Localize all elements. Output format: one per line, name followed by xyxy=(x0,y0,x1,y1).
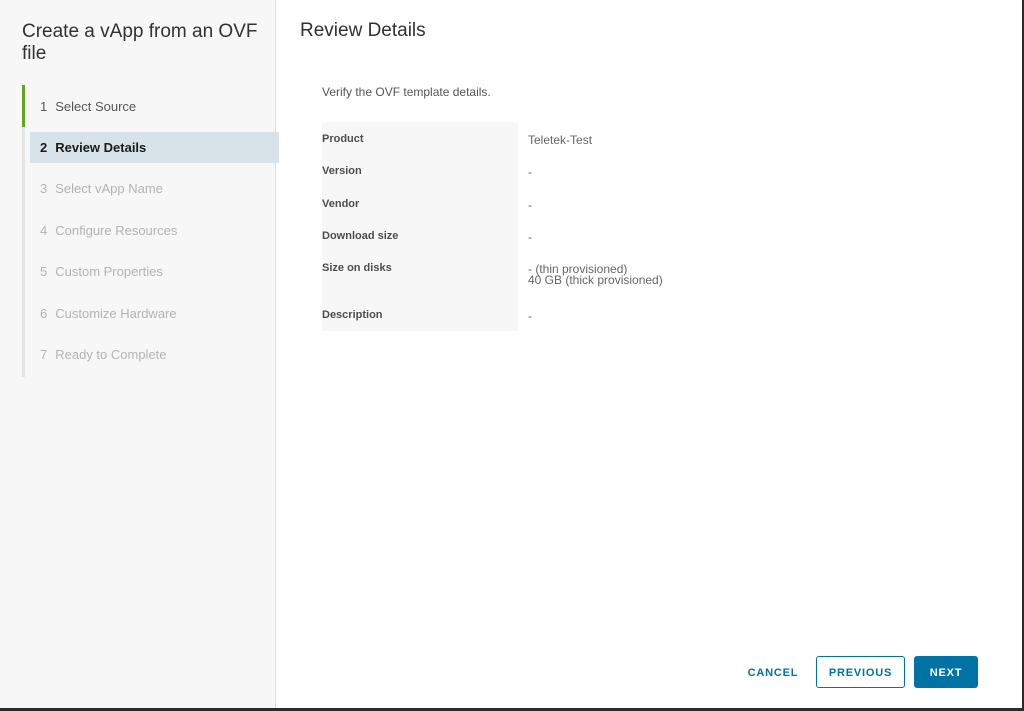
details-value: - xyxy=(528,230,532,244)
step-label: Select Source xyxy=(55,99,137,114)
details-key: Version xyxy=(322,155,518,188)
page-title: Review Details xyxy=(300,20,426,41)
details-row-version: Version - xyxy=(322,155,922,188)
step-label: Select vApp Name xyxy=(55,181,163,196)
previous-button[interactable]: PREVIOUS xyxy=(816,656,905,688)
step-label: Ready to Complete xyxy=(55,347,167,362)
details-row-description: Description - xyxy=(322,300,922,331)
details-key: Download size xyxy=(322,221,518,253)
wizard-dialog: Create a vApp from an OVF file 1 Select S… xyxy=(0,0,1024,711)
details-row-vendor: Vendor - xyxy=(322,188,922,221)
details-row-download-size: Download size - xyxy=(322,221,922,253)
step-number: 5 xyxy=(40,264,48,279)
details-value: - xyxy=(528,309,532,323)
step-number: 3 xyxy=(40,181,48,196)
details-row-product: Product Teletek-Test xyxy=(322,122,922,155)
step-number: 6 xyxy=(40,306,48,321)
step-number: 7 xyxy=(40,347,48,362)
details-row-size-on-disks: Size on disks - (thin provisioned) 40 GB… xyxy=(322,253,922,300)
details-key: Product xyxy=(322,122,518,155)
thick-provisioned-size: 40 GB (thick provisioned) xyxy=(528,273,663,287)
step-number: 1 xyxy=(40,99,48,114)
step-label: Customize Hardware xyxy=(55,306,177,321)
wizard-steps: 1 Select Source 2 Review Details 3 Select v… xyxy=(22,85,279,377)
wizard-title: Create a vApp from an OVF file xyxy=(22,21,258,64)
page-subtitle: Verify the OVF template details. xyxy=(322,85,491,99)
details-value: Teletek-Test xyxy=(528,133,593,147)
wizard-sidebar: Create a vApp from an OVF file 1 Select S… xyxy=(0,0,279,708)
details-value: - xyxy=(528,198,532,212)
step-custom-properties: 5 Custom Properties xyxy=(25,256,273,287)
step-label: Custom Properties xyxy=(55,264,163,279)
next-button[interactable]: NEXT xyxy=(914,656,978,688)
step-select-source[interactable]: 1 Select Source xyxy=(25,91,273,122)
step-number: 2 xyxy=(40,140,48,155)
step-configure-resources: 4 Configure Resources xyxy=(25,215,273,246)
details-value: - (thin provisioned) 40 GB (thick provis… xyxy=(518,253,663,300)
details-key: Description xyxy=(322,300,518,331)
cancel-button[interactable]: CANCEL xyxy=(739,656,807,688)
details-key: Size on disks xyxy=(322,253,518,300)
wizard-content: Review Details Verify the OVF template d… xyxy=(277,0,1022,708)
step-number: 4 xyxy=(40,223,48,238)
step-customize-hardware: 6 Customize Hardware xyxy=(25,298,273,329)
details-key: Vendor xyxy=(322,188,518,221)
step-ready-to-complete: 7 Ready to Complete xyxy=(25,339,273,370)
step-review-details[interactable]: 2 Review Details xyxy=(30,132,279,163)
details-value: - xyxy=(528,165,532,179)
ovf-details-table: Product Teletek-Test Version - Vendor - … xyxy=(322,122,922,331)
step-select-vapp-name: 3 Select vApp Name xyxy=(25,173,273,204)
step-label: Review Details xyxy=(55,140,147,155)
step-label: Configure Resources xyxy=(55,223,178,238)
step-progress-indicator xyxy=(22,85,25,127)
